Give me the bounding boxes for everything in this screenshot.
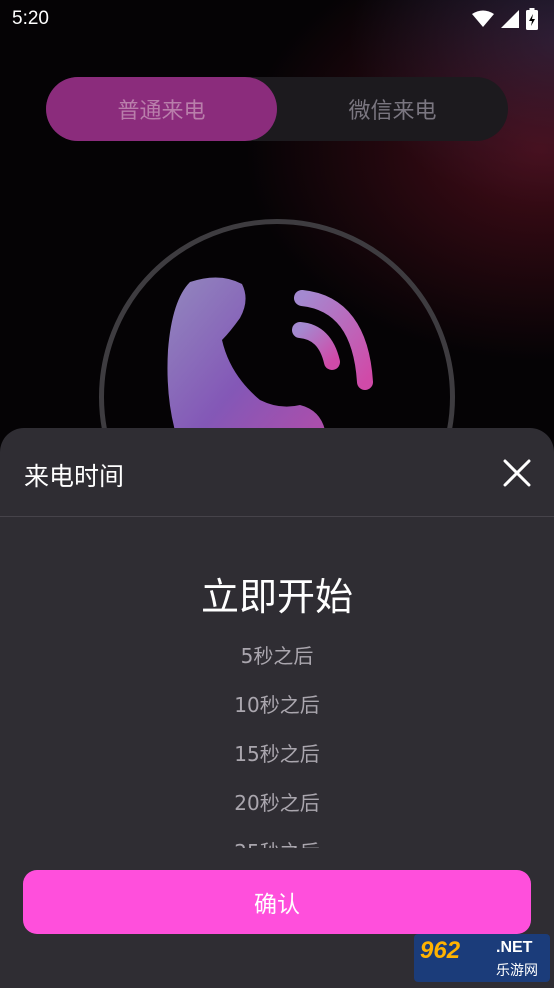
picker-option[interactable]: 5秒之后 [0,640,554,669]
status-time: 5:20 [12,8,49,29]
sheet-divider [0,516,554,517]
watermark-sub: 乐游网 [496,963,538,979]
watermark-main: 962 [420,937,461,964]
picker-option[interactable]: 10秒之后 [0,689,554,718]
watermark-logo: 962 .NET 乐游网 [414,934,550,982]
watermark-net: .NET [496,939,533,956]
picker-option[interactable]: 20秒之后 [0,787,554,816]
confirm-button[interactable]: 确认 [23,870,531,934]
close-icon[interactable] [500,456,534,490]
call-type-tabs: 普通来电 微信来电 [46,77,508,141]
signal-icon [501,10,519,28]
battery-icon [526,8,538,30]
status-bar: 5:20 [0,0,554,38]
wifi-icon [472,10,494,27]
tab-normal-call[interactable]: 普通来电 [46,77,277,141]
picker-option[interactable]: 25秒之后 [0,836,554,848]
picker-option[interactable]: 15秒之后 [0,738,554,767]
sheet-title: 来电时间 [24,462,125,491]
status-icons [472,8,538,30]
tab-wechat-call[interactable]: 微信来电 [277,77,508,141]
picker-option-selected[interactable]: 立即开始 [0,566,554,621]
time-picker[interactable]: 立即开始 5秒之后 10秒之后 15秒之后 20秒之后 25秒之后 [0,540,554,848]
